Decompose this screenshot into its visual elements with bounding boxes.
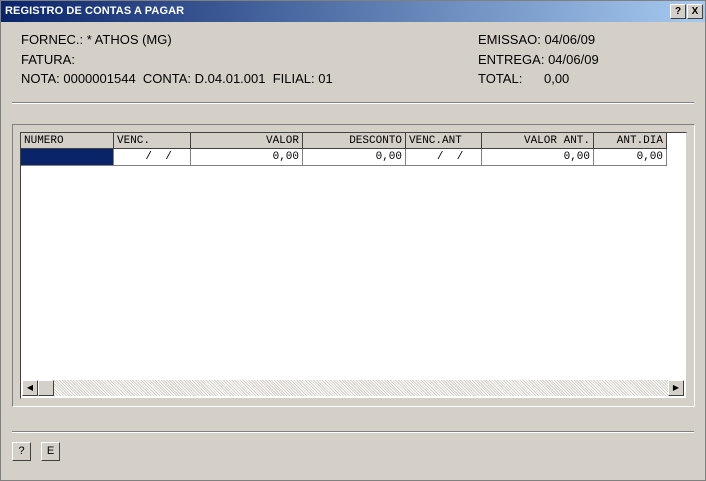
window-title: REGISTRO DE CONTAS A PAGAR — [5, 5, 185, 17]
column-header-valor[interactable]: VALOR — [191, 133, 303, 149]
nota-conta-filial-label: NOTA: 0000001544 CONTA: D.04.01.001 FILI… — [21, 71, 333, 86]
column-header-venc[interactable]: VENC. — [114, 133, 191, 149]
cell-venc-ant[interactable]: / / — [406, 149, 482, 166]
title-bar[interactable]: REGISTRO DE CONTAS A PAGAR ? X — [1, 1, 705, 22]
column-header-ant-dia[interactable]: ANT.DIA — [594, 133, 667, 149]
bills-grid[interactable]: NUMERO VENC. VALOR DESCONTO VENC.ANT VAL… — [20, 132, 687, 399]
column-header-valor-ant[interactable]: VALOR ANT. — [482, 133, 594, 149]
horizontal-scrollbar[interactable]: ◀ ▶ — [22, 380, 684, 396]
help-footer-button[interactable]: ? — [12, 442, 31, 461]
right-arrow-icon[interactable]: ▶ — [668, 380, 684, 396]
e-button[interactable]: E — [41, 442, 60, 461]
fatura-label: FATURA: — [21, 52, 75, 67]
scroll-thumb[interactable] — [38, 380, 54, 396]
left-arrow-icon[interactable]: ◀ — [22, 380, 38, 396]
emissao-label: EMISSAO: 04/06/09 — [478, 32, 596, 47]
cell-venc[interactable]: / / — [114, 149, 191, 166]
cell-valor[interactable]: 0,00 — [191, 149, 303, 166]
cell-numero[interactable] — [21, 149, 114, 166]
column-header-numero[interactable]: NUMERO — [21, 133, 114, 149]
total-label: TOTAL: 0,00 — [478, 71, 570, 86]
fornecedor-label: FORNEC.: * ATHOS (MG) — [21, 32, 172, 47]
top-divider — [12, 102, 694, 104]
cell-ant-dia[interactable]: 0,00 — [594, 149, 667, 166]
column-header-desconto[interactable]: DESCONTO — [303, 133, 406, 149]
close-button[interactable]: X — [687, 4, 703, 19]
help-button[interactable]: ? — [670, 4, 686, 19]
window: REGISTRO DE CONTAS A PAGAR ? X FORNEC.: … — [0, 0, 706, 481]
column-header-venc-ant[interactable]: VENC.ANT — [406, 133, 482, 149]
bottom-divider — [12, 431, 694, 433]
cell-valor-ant[interactable]: 0,00 — [482, 149, 594, 166]
entrega-label: ENTREGA: 04/06/09 — [478, 52, 599, 67]
cell-desconto[interactable]: 0,00 — [303, 149, 406, 166]
